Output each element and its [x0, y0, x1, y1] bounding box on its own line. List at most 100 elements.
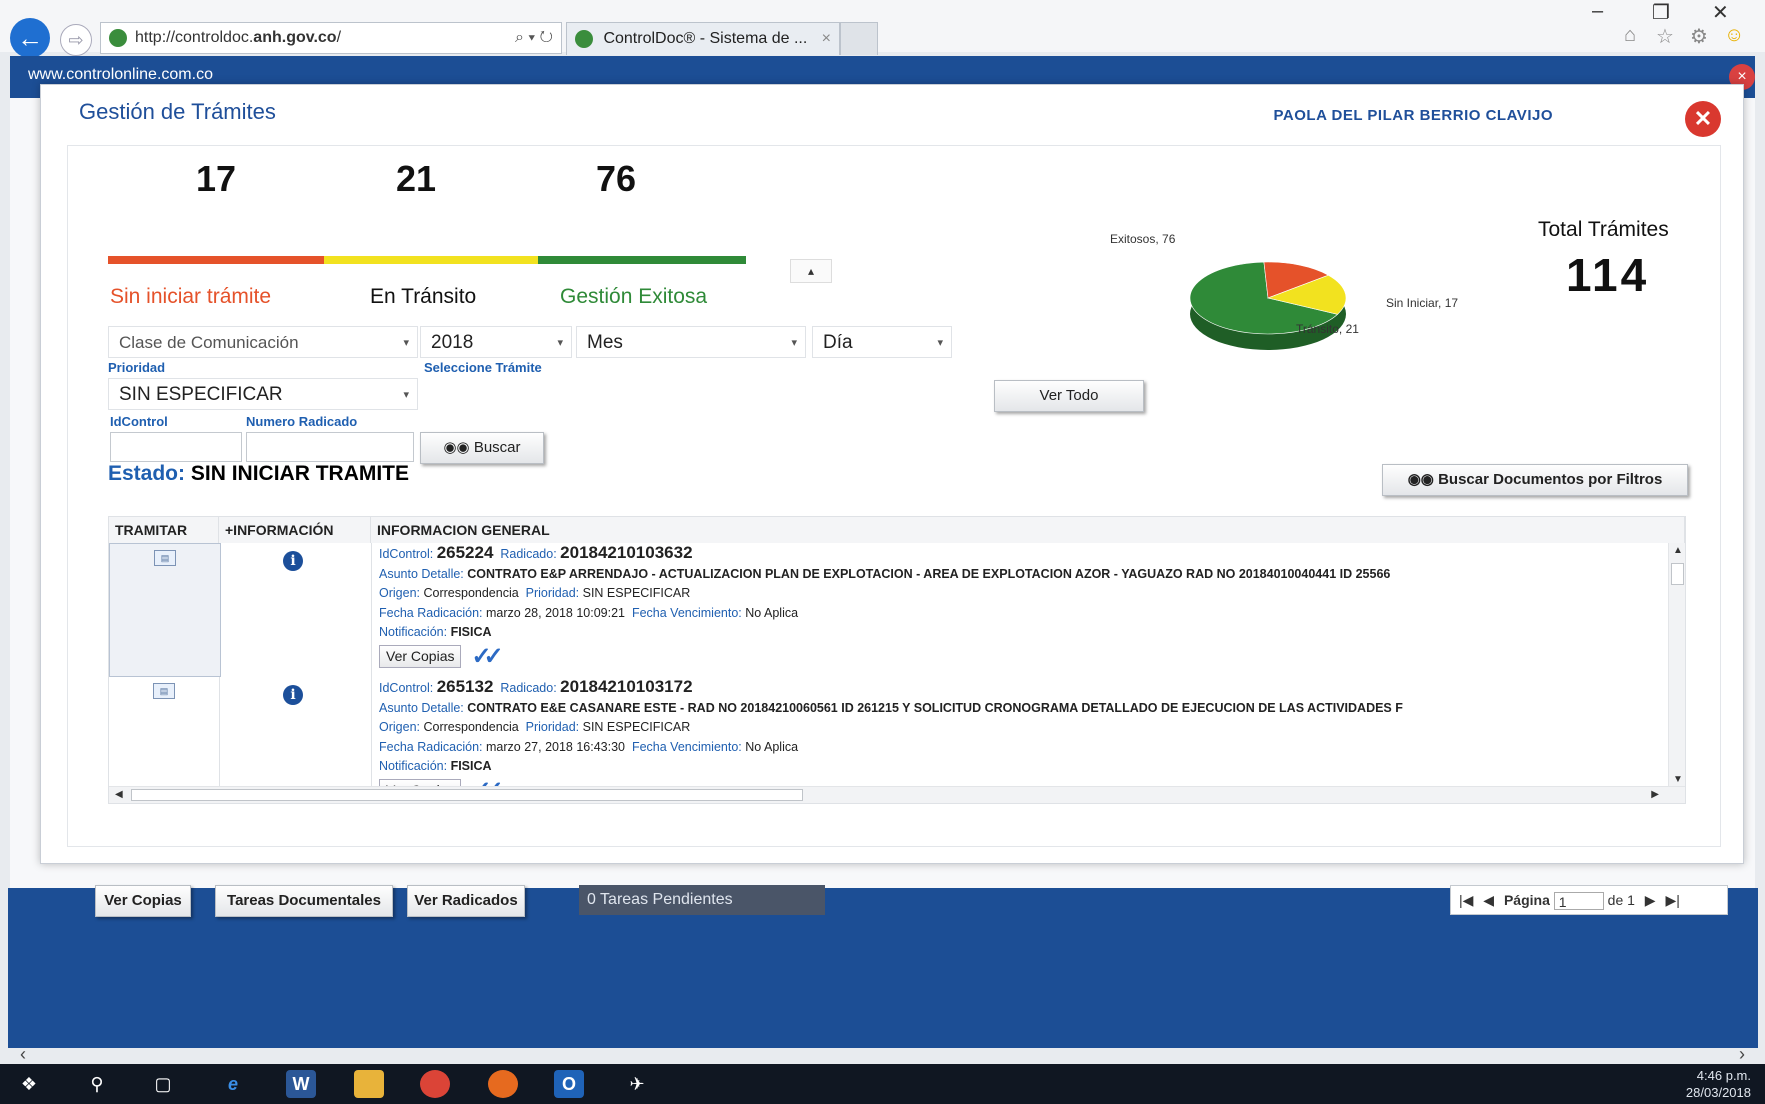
- scroll-thumb[interactable]: [131, 789, 803, 801]
- informacion-general-cell: IdControl: 265132 Radicado: 201842101031…: [379, 677, 1669, 802]
- idcontrol-input[interactable]: [110, 432, 242, 462]
- first-page-icon[interactable]: |◀: [1459, 892, 1473, 908]
- user-name: PAOLA DEL PILAR BERRIO CLAVIJO: [1273, 107, 1553, 124]
- clase-comunicacion-select[interactable]: Clase de Comunicación ▾: [108, 326, 418, 358]
- year-select[interactable]: 2018 ▾: [420, 326, 572, 358]
- search-icon[interactable]: ⚲: [82, 1070, 112, 1098]
- label-exitosa[interactable]: Gestión Exitosa: [560, 285, 707, 309]
- ver-todo-button[interactable]: Ver Todo: [994, 380, 1144, 412]
- prev-page-icon[interactable]: ◀: [1483, 892, 1494, 908]
- tareas-documentales-button[interactable]: Tareas Documentales: [215, 885, 393, 917]
- double-check-icon: ✓✓: [471, 643, 503, 668]
- browser-tab[interactable]: ControlDoc® - Sistema de ... ×: [566, 22, 840, 55]
- document-form-icon[interactable]: ▤: [153, 683, 175, 699]
- last-page-icon[interactable]: ▶|: [1665, 892, 1679, 908]
- favorites-star-icon[interactable]: ☆: [1656, 24, 1674, 49]
- col-header-informacion[interactable]: +INFORMACIÓN: [219, 517, 371, 543]
- total-tramites-value: 114: [1566, 249, 1650, 301]
- taskbar-clock[interactable]: 4:46 p.m. 28/03/2018: [1686, 1067, 1751, 1101]
- count-en-transito: 21: [395, 158, 437, 199]
- asunto-value: CONTRATO E&P ARRENDAJO - ACTUALIZACION P…: [467, 566, 1391, 581]
- scroll-down-icon[interactable]: ▼: [1673, 774, 1683, 785]
- row-ver-copias-button[interactable]: Ver Copias: [379, 644, 462, 668]
- page-horizontal-scrollbar[interactable]: ‹ ›: [10, 1044, 1755, 1064]
- mes-select-value: Mes: [587, 332, 623, 353]
- ver-radicados-button[interactable]: Ver Radicados: [407, 885, 525, 917]
- internet-explorer-icon[interactable]: e: [218, 1070, 248, 1098]
- fecha-vencimiento-value: No Aplica: [745, 605, 799, 620]
- notificacion-key: Notificación:: [379, 625, 448, 639]
- tab-close-icon[interactable]: ×: [822, 23, 831, 55]
- minimize-icon[interactable]: –: [1592, 0, 1603, 23]
- page-number-input[interactable]: 1: [1553, 892, 1604, 911]
- prioridad-select-value: SIN ESPECIFICAR: [119, 384, 283, 405]
- tramitar-cell[interactable]: ▤: [109, 543, 221, 677]
- info-icon[interactable]: i: [283, 551, 303, 571]
- dia-select[interactable]: Día ▾: [812, 326, 952, 358]
- seleccione-tramite-link[interactable]: Seleccione Trámite: [424, 360, 542, 375]
- back-arrow-icon[interactable]: ←: [10, 18, 50, 58]
- app-icon[interactable]: ✈: [622, 1070, 652, 1098]
- estado-label: Estado:: [108, 462, 186, 485]
- collapse-toggle-button[interactable]: ▴: [790, 259, 832, 283]
- binoculars-icon: ◉◉: [443, 439, 474, 456]
- prioridad-key: Prioridad:: [525, 720, 580, 734]
- grid-horizontal-scrollbar[interactable]: ◀ ▶: [109, 786, 1685, 803]
- address-bar[interactable]: http://controldoc.anh.gov.co/ ⌕ ▾ ↻: [100, 22, 562, 54]
- col-header-informacion-general[interactable]: INFORMACION GENERAL: [371, 517, 1685, 543]
- scroll-up-icon[interactable]: ▲: [1673, 545, 1683, 556]
- idcontrol-value: 265132: [436, 677, 494, 696]
- search-refresh-icon[interactable]: ⌕ ▾ ↻: [515, 23, 553, 53]
- home-icon[interactable]: ⌂: [1624, 24, 1636, 47]
- modal-close-icon[interactable]: ✕: [1685, 101, 1721, 137]
- windows-start-icon[interactable]: ❖: [14, 1070, 44, 1098]
- new-tab-button[interactable]: [840, 22, 878, 55]
- label-en-transito[interactable]: En Tránsito: [370, 285, 476, 309]
- fecha-vencimiento-value: No Aplica: [745, 739, 799, 754]
- scroll-right-icon[interactable]: ▶: [1651, 789, 1659, 800]
- numero-radicado-input[interactable]: [246, 432, 414, 462]
- chevron-down-icon: ▾: [403, 337, 409, 349]
- prioridad-select[interactable]: SIN ESPECIFICAR ▾: [108, 378, 418, 410]
- chevron-down-icon: ▾: [791, 337, 797, 349]
- grid-vertical-scrollbar[interactable]: ▲ ▼: [1668, 543, 1685, 787]
- document-form-icon[interactable]: ▤: [154, 550, 176, 566]
- close-window-icon[interactable]: ✕: [1712, 0, 1729, 25]
- gestion-tramites-modal: Gestión de Trámites PAOLA DEL PILAR BERR…: [40, 84, 1744, 917]
- col-header-tramitar[interactable]: TRAMITAR: [109, 517, 219, 543]
- forward-arrow-icon[interactable]: ⇨: [60, 24, 92, 56]
- tab-title: ControlDoc® - Sistema de ...: [603, 30, 808, 47]
- table-row[interactable]: ▤ i IdControl: 265132 Radicado: 20184210…: [109, 677, 1669, 802]
- tramitar-cell[interactable]: ▤: [109, 677, 220, 787]
- pagination: |◀ ◀ Página 1 de 1 ▶ ▶|: [1450, 885, 1728, 915]
- outlook-icon[interactable]: O: [554, 1070, 584, 1098]
- settings-gear-icon[interactable]: ⚙: [1690, 24, 1708, 49]
- scroll-right-icon[interactable]: ›: [1739, 1044, 1745, 1065]
- firefox-icon[interactable]: [488, 1070, 518, 1098]
- origen-key: Origen:: [379, 720, 420, 734]
- label-sin-iniciar[interactable]: Sin iniciar trámite: [110, 285, 271, 309]
- info-icon[interactable]: i: [283, 685, 303, 705]
- word-icon[interactable]: W: [286, 1070, 316, 1098]
- buscar-button[interactable]: ◉◉ Buscar: [420, 432, 544, 464]
- task-view-icon[interactable]: ▢: [148, 1070, 178, 1098]
- scroll-left-icon[interactable]: ‹: [20, 1044, 26, 1065]
- buscar-por-filtros-button[interactable]: ◉◉ Buscar Documentos por Filtros: [1382, 464, 1688, 496]
- site-favicon-icon: [109, 29, 127, 47]
- restore-icon[interactable]: ❐: [1652, 0, 1670, 25]
- mes-select[interactable]: Mes ▾: [576, 326, 806, 358]
- bar-sin-iniciar: [108, 256, 324, 264]
- fecha-vencimiento-key: Fecha Vencimiento:: [631, 739, 742, 754]
- next-page-icon[interactable]: ▶: [1645, 892, 1656, 908]
- chrome-icon[interactable]: [420, 1070, 450, 1098]
- prioridad-key: Prioridad:: [525, 586, 580, 600]
- scroll-left-icon[interactable]: ◀: [115, 789, 123, 800]
- tareas-pendientes-badge[interactable]: 0 Tareas Pendientes: [579, 885, 825, 915]
- tramites-grid: TRAMITAR +INFORMACIÓN INFORMACION GENERA…: [108, 516, 1686, 804]
- buscar-filtros-label: Buscar Documentos por Filtros: [1438, 471, 1663, 488]
- smiley-feedback-icon[interactable]: ☺: [1724, 24, 1744, 47]
- table-row[interactable]: ▤ i IdControl: 265224 Radicado: 20184210…: [109, 543, 1669, 677]
- ver-copias-button[interactable]: Ver Copias: [95, 885, 191, 917]
- scroll-thumb[interactable]: [1671, 563, 1684, 585]
- file-explorer-icon[interactable]: [354, 1070, 384, 1098]
